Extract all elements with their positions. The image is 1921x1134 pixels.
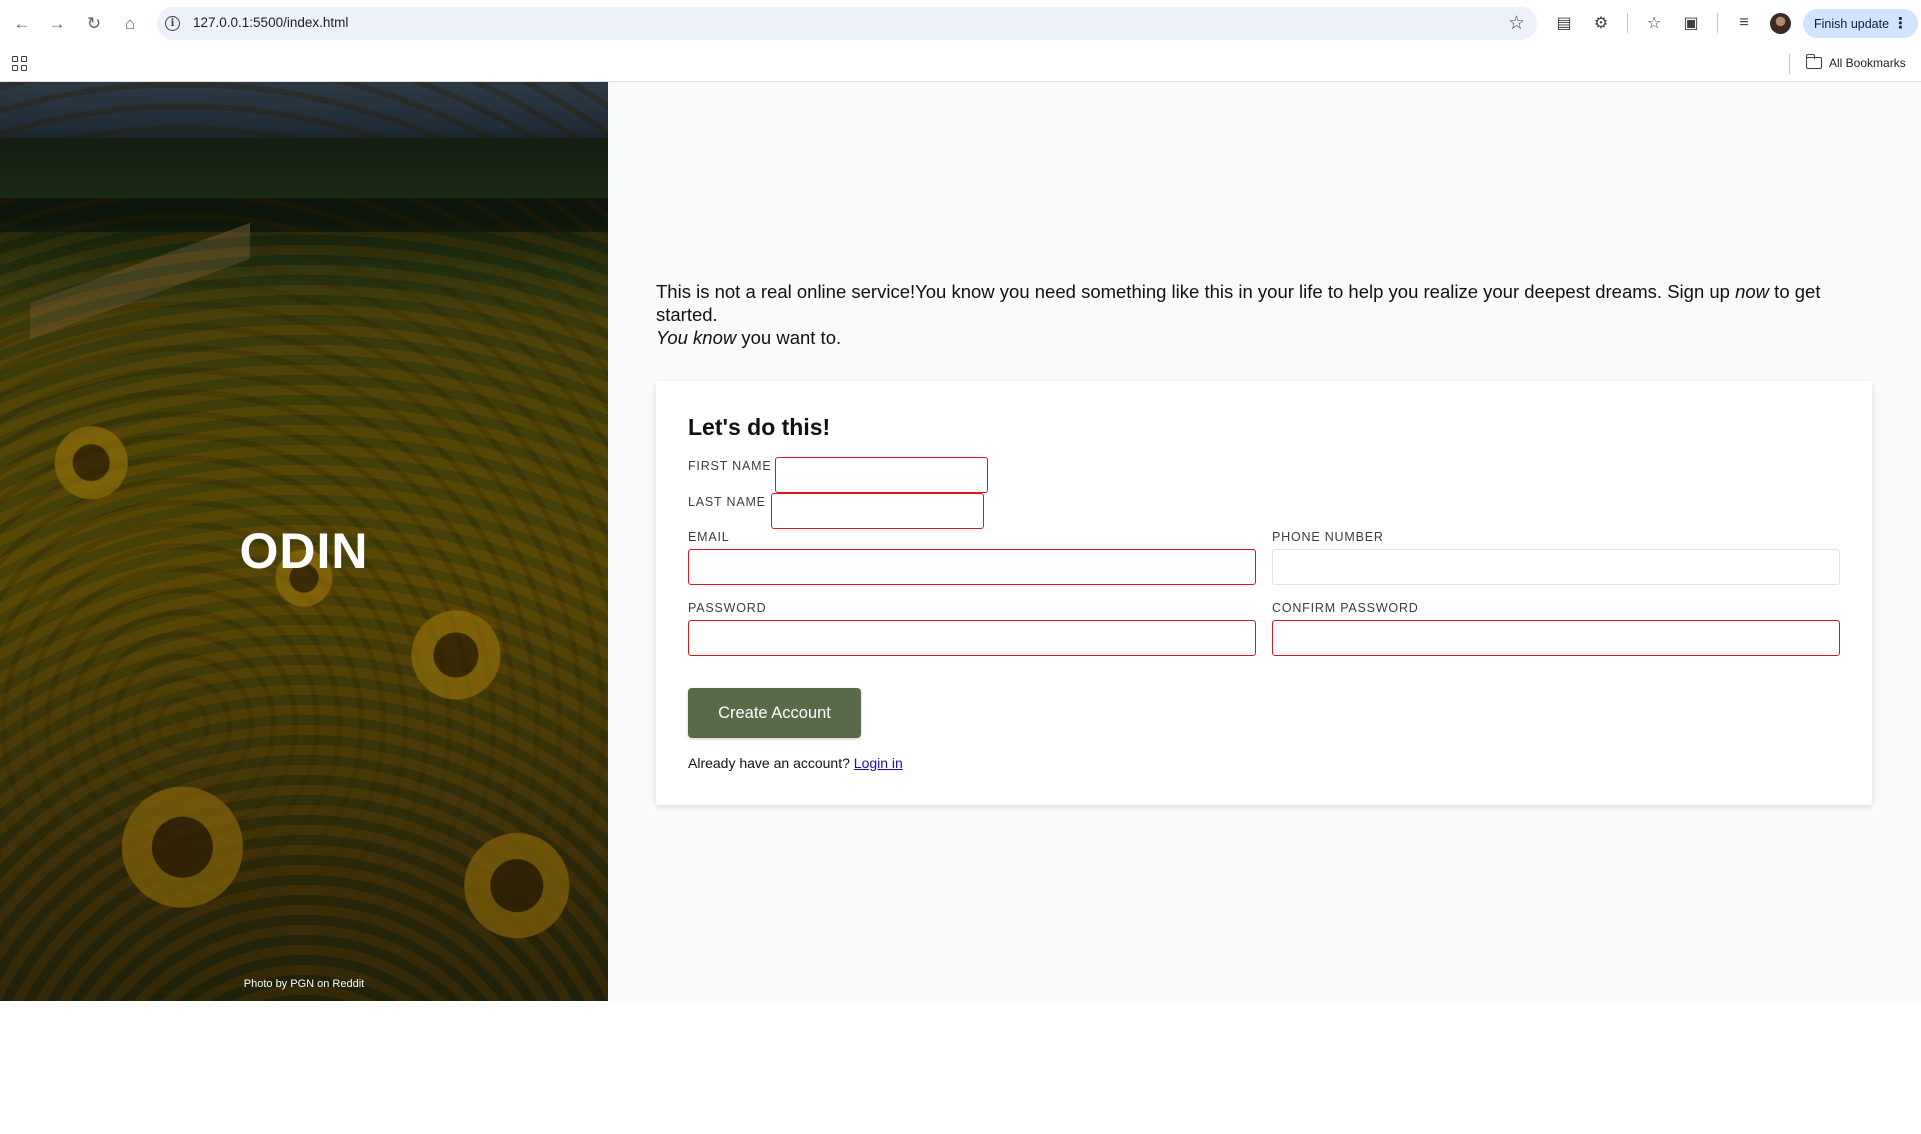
url-text[interactable]: 127.0.0.1:5500/index.html [193,15,348,30]
hero-image-panel: ODIN Photo by PGN on Reddit [0,82,608,1001]
login-prompt: Already have an account? Login in [688,755,903,771]
intro-emphasis-you-know: You know [656,327,737,348]
folder-icon [1805,54,1822,69]
photo-credit: Photo by PGN on Reddit [243,978,365,990]
finish-update-button[interactable]: Finish update ⋮ [1803,9,1918,38]
menu-dots-icon[interactable]: ⋮ [1893,14,1908,32]
all-bookmarks-label: All Bookmarks [1829,56,1906,70]
email-label: EMAIL [688,530,730,544]
address-bar[interactable]: i 127.0.0.1:5500/index.html ☆ [157,7,1537,40]
page-viewport: ODIN Photo by PGN on Reddit This is not … [0,82,1921,1001]
back-arrow-icon[interactable]: ← [10,11,34,35]
login-prompt-text: Already have an account? [688,755,854,771]
login-link[interactable]: Login in [854,755,903,771]
first-name-input[interactable] [775,457,988,493]
last-name-input[interactable] [771,493,984,529]
browser-toolbar: ← → ↻ ⌂ i 127.0.0.1:5500/index.html ☆ ▤ … [0,0,1921,46]
finish-update-label: Finish update [1814,16,1890,31]
confirm-password-input[interactable] [1272,620,1840,656]
extensions-icon[interactable]: ⚙ [1590,12,1612,34]
bookmarks-bar: All Bookmarks [0,46,1921,82]
phone-number-label: PHONE NUMBER [1272,530,1384,544]
signup-form-card: Let's do this! FIRST NAME LAST NAME EMAI… [656,381,1872,805]
tab-search-icon[interactable]: ▣ [1680,12,1702,34]
toolbar-divider [1627,13,1628,33]
info-icon[interactable]: i [165,16,180,31]
form-heading: Let's do this! [688,414,831,440]
bookmark-manager-icon[interactable]: ☆ [1643,12,1665,34]
toolbar-divider [1717,13,1718,33]
create-account-button[interactable]: Create Account [688,688,861,738]
bookmarks-divider [1789,54,1790,74]
home-icon[interactable]: ⌂ [118,11,142,35]
password-label: PASSWORD [688,601,767,615]
star-icon[interactable]: ☆ [1508,12,1525,35]
site-logo: ODIN [239,523,369,579]
forward-arrow-icon[interactable]: → [45,11,69,35]
last-name-label: LAST NAME [688,495,766,509]
intro-text: This is not a real online service!You kn… [656,280,1874,349]
phone-number-input[interactable] [1272,549,1840,585]
password-input[interactable] [688,620,1256,656]
reload-icon[interactable]: ↻ [82,11,106,35]
confirm-password-label: CONFIRM PASSWORD [1272,601,1419,615]
intro-emphasis-now: now [1735,281,1770,302]
intro-text-part: This is not a real online service!You kn… [656,281,1736,302]
all-bookmarks-button[interactable]: All Bookmarks [1805,54,1906,70]
apps-icon[interactable] [12,56,27,71]
first-name-label: FIRST NAME [688,459,772,473]
reading-mode-icon[interactable]: ▤ [1553,12,1575,34]
profile-avatar[interactable] [1770,13,1791,34]
email-input[interactable] [688,549,1256,585]
intro-text-part: you want to. [736,327,842,348]
media-controls-icon[interactable]: ≡ [1733,12,1755,34]
